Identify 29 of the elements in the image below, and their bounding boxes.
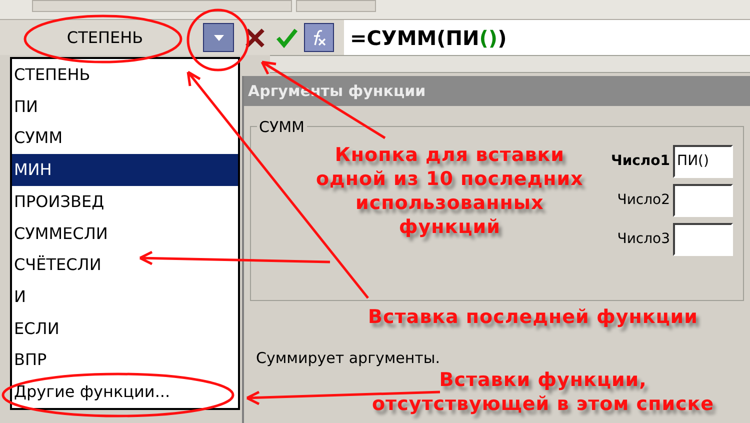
- function-list-item[interactable]: И: [12, 281, 238, 313]
- function-list-item[interactable]: СЧЁТЕСЛИ: [12, 249, 238, 282]
- argument-field[interactable]: [673, 184, 734, 217]
- dropdown-button[interactable]: [203, 23, 234, 52]
- caret-icon: [214, 34, 224, 40]
- checkmark-icon[interactable]: [276, 26, 298, 48]
- argument-label: Число3: [617, 230, 670, 249]
- annotation-text: Вставка последней функции: [368, 305, 698, 329]
- function-list-item[interactable]: ЕСЛИ: [12, 312, 238, 345]
- function-list-item[interactable]: СУММ: [12, 122, 238, 154]
- function-list-item[interactable]: МИН: [12, 154, 238, 186]
- function-list-item[interactable]: ПИ: [12, 90, 238, 122]
- argument-label: Число2: [617, 191, 670, 210]
- name-box[interactable]: СТЕПЕНЬ: [30, 26, 180, 50]
- function-list-item[interactable]: СТЕПЕНЬ: [12, 59, 238, 91]
- function-list-item[interactable]: СУММЕСЛИ: [12, 218, 238, 250]
- annotation-text: Кнопка для вставки одной из 10 последних использованных функций: [316, 143, 584, 239]
- function-list-item[interactable]: Другие функции...: [12, 376, 238, 408]
- function-list-item[interactable]: ВПР: [12, 344, 238, 376]
- annotation-text: Вставки функции, отсутствующей в этом списке: [372, 368, 714, 416]
- function-list-item[interactable]: ПРОИЗВЕД: [12, 186, 238, 218]
- function-icon[interactable]: [304, 23, 334, 52]
- argument-field[interactable]: [673, 223, 734, 256]
- argument-field[interactable]: ПИ(): [673, 145, 734, 178]
- function-description: Суммирует аргументы.: [256, 348, 442, 369]
- argument-label: Число1: [611, 152, 670, 171]
- formula-field[interactable]: =СУММ(ПИ()): [344, 20, 750, 55]
- highlight-circle: [186, 8, 250, 72]
- cancel-icon[interactable]: [244, 26, 266, 48]
